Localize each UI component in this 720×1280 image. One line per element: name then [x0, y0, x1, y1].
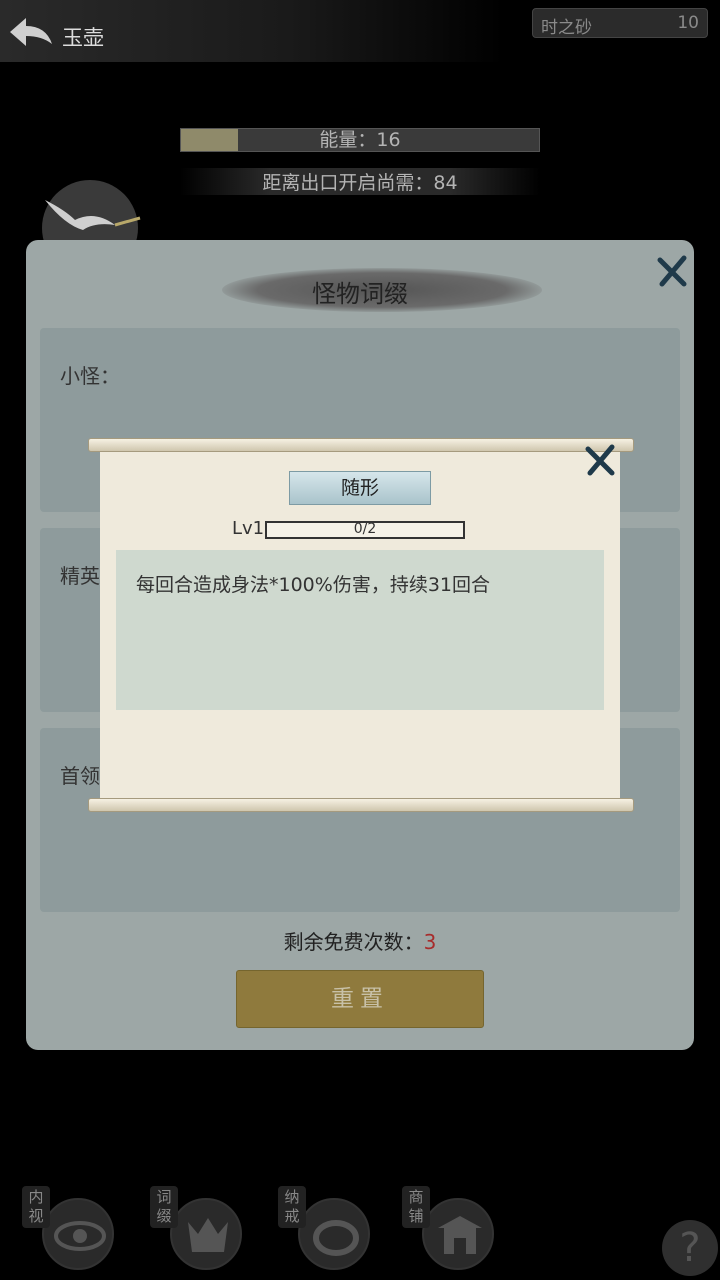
free-count-label: 剩余免费次数： [283, 930, 424, 954]
menu-item-ring[interactable]: 纳戒 [278, 1186, 388, 1270]
scroll-top-rod [88, 438, 634, 452]
scroll-bottom-rod [88, 798, 634, 812]
scroll-close-button[interactable] [582, 443, 618, 479]
exit-countdown-text: 距离出口开启尚需：84 [180, 168, 540, 195]
close-icon [657, 255, 687, 287]
menu-item-label: 商铺 [402, 1186, 430, 1228]
panel-title: 怪物词缀 [312, 280, 408, 308]
affix-description-box: 每回合造成身法*100%伤害，持续31回合 [116, 550, 604, 710]
panel-close-button[interactable] [654, 254, 690, 290]
eye-icon [42, 1198, 114, 1270]
affix-level-label: Lv1 [232, 518, 265, 539]
ring-icon [298, 1198, 370, 1270]
affix-name-tag: 随形 [289, 471, 431, 505]
affix-description: 每回合造成身法*100%伤害，持续31回合 [136, 574, 490, 596]
page-title: 玉壶 [62, 26, 104, 50]
monster-icon [170, 1198, 242, 1270]
affix-progress-bar: 0/2 [265, 521, 465, 539]
free-count-value: 3 [423, 930, 437, 954]
menu-item-label: 纳戒 [278, 1186, 306, 1228]
energy-text: 能量：16 [319, 129, 401, 151]
energy-bar: 能量：16 [180, 128, 540, 152]
minion-label: 小怪： [60, 364, 120, 388]
back-button[interactable] [6, 14, 56, 50]
time-sand-counter: 时之砂 10 [532, 8, 708, 38]
menu-item-affix[interactable]: 词缀 [150, 1186, 260, 1270]
help-button[interactable]: ? [662, 1220, 718, 1276]
menu-item-shop[interactable]: 商铺 [402, 1186, 512, 1270]
reset-button[interactable]: 重置 [236, 970, 484, 1028]
close-icon [585, 444, 615, 476]
time-sand-value: 10 [677, 13, 699, 33]
affix-progress-text: 0/2 [353, 521, 377, 537]
menu-item-inner-view[interactable]: 内视 [22, 1186, 132, 1270]
elite-label: 精英 [60, 564, 100, 588]
time-sand-label: 时之砂 [541, 18, 592, 38]
top-bar: 玉壶 时之砂 10 [0, 0, 720, 62]
menu-item-label: 词缀 [150, 1186, 178, 1228]
affix-detail-scroll: 随形 Lv1 0/2 每回合造成身法*100%伤害，持续31回合 [100, 452, 620, 802]
shop-icon [422, 1198, 494, 1270]
back-arrow-icon [10, 18, 52, 46]
menu-item-label: 内视 [22, 1186, 50, 1228]
free-count: 剩余免费次数：3 [26, 926, 694, 955]
boss-label: 首领 [60, 764, 100, 788]
